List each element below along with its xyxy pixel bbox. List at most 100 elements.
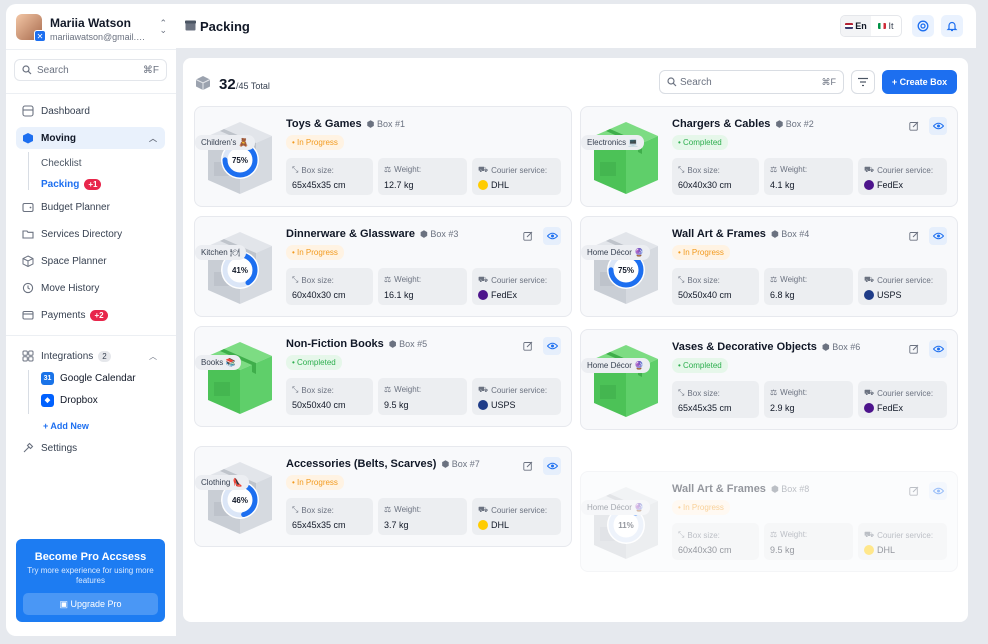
courier-label-text: Courier service: — [491, 505, 548, 515]
courier-field: ⛟ Courier service: DHL — [472, 158, 561, 195]
resize-icon: ⤡ — [678, 530, 685, 539]
us-flag-icon — [845, 23, 854, 29]
box-size-field: ⤡ Box size: 60x40x30 cm — [286, 268, 373, 305]
sidebar-item-move-history[interactable]: Move History — [16, 277, 165, 299]
box-small-icon: ⬢ — [775, 119, 786, 129]
weight-label: ⚖ Weight: — [384, 505, 421, 514]
edit-button[interactable] — [519, 337, 537, 355]
box-card[interactable]: Chargers & Cables ⬢ Box #2 • Completed El… — [580, 106, 958, 207]
lang-it-button[interactable]: It — [871, 16, 901, 36]
view-button[interactable] — [543, 457, 561, 475]
filter-button[interactable] — [851, 70, 875, 94]
lang-it-label: It — [888, 21, 894, 31]
chevron-updown-icon[interactable]: ⌃ ⌄ — [159, 19, 167, 35]
integration-dropbox[interactable]: ◆ Dropbox — [41, 394, 98, 407]
card-actions — [519, 457, 561, 475]
sidebar-subitem-packing[interactable]: Packing +1 — [41, 179, 102, 190]
box-card[interactable]: 75% Toys & Games ⬢ Box #1 • In Progress C… — [194, 106, 572, 207]
support-button[interactable] — [912, 15, 934, 37]
edit-icon — [909, 121, 919, 131]
view-button[interactable] — [543, 337, 561, 355]
courier-value: FedEx — [864, 180, 903, 190]
truck-icon: ⛟ — [478, 385, 489, 394]
category-tag: Electronics 💻 — [581, 135, 645, 150]
notifications-button[interactable] — [941, 15, 963, 37]
truck-icon: ⛟ — [864, 275, 875, 284]
edit-button[interactable] — [519, 227, 537, 245]
box-size-field: ⤡ Box size: 65x45x35 cm — [286, 158, 373, 195]
box-title-text: Chargers & Cables — [672, 118, 771, 130]
chevron-up-icon[interactable]: ︿ — [149, 351, 157, 362]
sidebar-search-input[interactable]: Search ⌘F — [14, 59, 167, 81]
box-card[interactable]: Non-Fiction Books ⬢ Box #5 • Completed Bo… — [194, 326, 572, 427]
weight-field: ⚖ Weight: 4.1 kg — [764, 158, 853, 195]
sidebar-item-services-directory[interactable]: Services Directory — [16, 223, 165, 245]
sidebar: ✕ Mariia Watson mariiawatson@gmail.c... … — [6, 4, 176, 636]
profile-switcher[interactable]: ✕ Mariia Watson mariiawatson@gmail.c... … — [16, 14, 171, 48]
courier-label-text: Courier service: — [491, 385, 548, 395]
edit-button[interactable] — [905, 117, 923, 135]
view-button[interactable] — [543, 227, 561, 245]
weight-label-text: Weight: — [780, 165, 808, 174]
box-size-value: 50x50x40 cm — [678, 290, 732, 300]
upgrade-pro-button[interactable]: ▣ Upgrade Pro — [23, 593, 158, 615]
sidebar-item-dashboard[interactable]: Dashboard — [16, 100, 165, 122]
weight-value: 2.9 kg — [770, 403, 795, 413]
box-search-input[interactable]: Search ⌘F — [659, 70, 844, 94]
sidebar-item-label: Move History — [41, 282, 100, 294]
box-small-icon: ⬢ — [770, 229, 782, 239]
box-card[interactable]: 46% Accessories (Belts, Scarves) ⬢ Box #7… — [194, 446, 572, 547]
weight-value: 6.8 kg — [770, 290, 795, 300]
courier-name: USPS — [491, 400, 516, 410]
box-title-text: Non-Fiction Books — [286, 338, 384, 350]
courier-label: ⛟ Courier service: — [864, 388, 933, 398]
view-button[interactable] — [929, 227, 947, 245]
resize-icon: ⤡ — [292, 385, 299, 394]
box-size-label: ⤡ Box size: — [292, 385, 334, 395]
create-box-button[interactable]: + Create Box — [882, 70, 957, 94]
box-title: Vases & Decorative Objects ⬢ Box #6 — [672, 341, 860, 353]
box-title-text: Accessories (Belts, Scarves) — [286, 458, 437, 470]
sidebar-subitem-checklist[interactable]: Checklist — [41, 158, 82, 169]
truck-icon: ⛟ — [478, 505, 489, 514]
card-actions — [905, 227, 947, 245]
box-number-text: Box #4 — [781, 229, 810, 239]
view-button[interactable] — [929, 340, 947, 358]
sidebar-item-integrations[interactable]: Integrations 2 ︿ — [16, 345, 165, 367]
courier-label: ⛟ Courier service: — [864, 165, 933, 175]
box-number: ⬢ Box #4 — [771, 229, 809, 239]
integration-google-calendar[interactable]: 31 Google Calendar — [41, 372, 136, 385]
sidebar-item-settings[interactable]: Settings — [16, 437, 165, 459]
courier-value: USPS — [864, 290, 902, 300]
edit-button[interactable] — [519, 457, 537, 475]
sidebar-item-space-planner[interactable]: Space Planner — [16, 250, 165, 272]
edit-button[interactable] — [905, 340, 923, 358]
chevron-up-icon[interactable]: ︿ — [149, 133, 157, 144]
weight-label-text: Weight: — [394, 275, 422, 284]
view-button[interactable] — [929, 482, 947, 500]
box-card[interactable]: Vases & Decorative Objects ⬢ Box #6 • Com… — [580, 329, 958, 430]
box-title: Toys & Games ⬢ Box #1 — [286, 118, 405, 130]
courier-logo-icon — [478, 180, 488, 190]
box-card[interactable]: 11% Wall Art & Frames ⬢ Box #8 • In Progr… — [580, 471, 958, 572]
courier-name: FedEx — [491, 290, 518, 300]
payments-badge: +2 — [90, 309, 108, 321]
edit-button[interactable] — [905, 482, 923, 500]
sidebar-item-moving[interactable]: Moving ︿ — [16, 127, 165, 149]
view-button[interactable] — [929, 117, 947, 135]
box-card[interactable]: 75% Wall Art & Frames ⬢ Box #4 • In Progr… — [580, 216, 958, 317]
courier-field: ⛟ Courier service: FedEx — [858, 381, 947, 418]
edit-button[interactable] — [905, 227, 923, 245]
box-size-label-text: Box size: — [301, 505, 334, 515]
add-integration-link[interactable]: + Add New — [43, 421, 89, 431]
box-card[interactable]: 41% Dinnerware & Glassware ⬢ Box #3 • In … — [194, 216, 572, 317]
box-small-icon: ⬢ — [388, 339, 400, 349]
profile-name: Mariia Watson — [50, 16, 131, 30]
search-placeholder: Search — [37, 65, 69, 76]
box-size-value: 65x45x35 cm — [678, 403, 732, 413]
lang-en-button[interactable]: En — [841, 16, 871, 36]
status-badge: • In Progress — [286, 135, 344, 150]
sidebar-item-payments[interactable]: Payments +2 — [16, 304, 165, 326]
wallet-icon — [22, 202, 34, 213]
sidebar-item-budget-planner[interactable]: Budget Planner — [16, 196, 165, 218]
